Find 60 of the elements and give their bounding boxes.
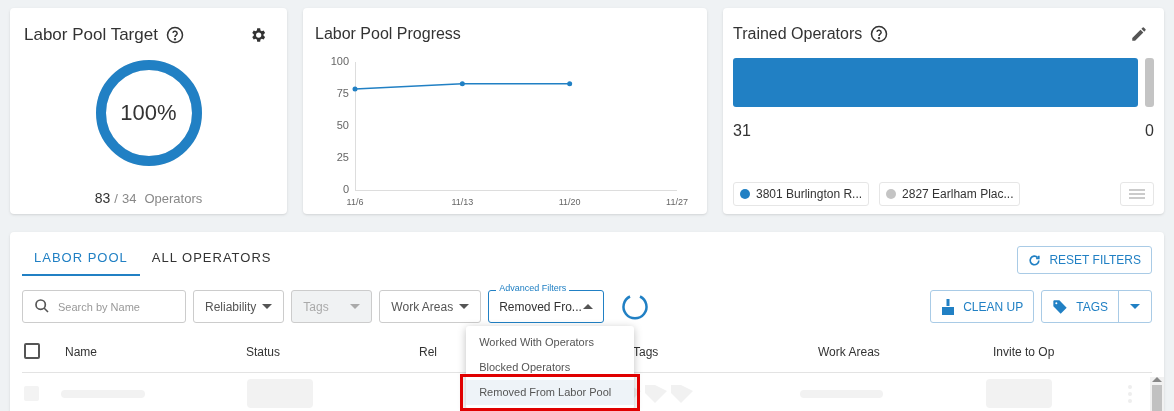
card-title: Labor Pool Target bbox=[24, 24, 158, 46]
help-icon[interactable] bbox=[165, 25, 184, 44]
column-header[interactable]: Tags bbox=[633, 344, 659, 359]
menu-option[interactable]: Blocked Operators bbox=[466, 355, 635, 380]
column-header[interactable]: Invite to Op bbox=[993, 344, 1055, 359]
filter-dropdown[interactable]: Reliability bbox=[193, 290, 285, 323]
column-header[interactable]: Name bbox=[65, 344, 97, 359]
count-separator: / bbox=[114, 189, 118, 208]
data-point bbox=[352, 86, 358, 92]
y-tick-label: 75 bbox=[336, 86, 349, 99]
edit-icon[interactable] bbox=[1130, 25, 1148, 43]
select-all-checkbox[interactable] bbox=[24, 342, 40, 359]
reset-filters-button[interactable]: RESET FILTERS bbox=[1017, 246, 1152, 274]
x-tick-label: 11/20 bbox=[558, 197, 581, 207]
data-point bbox=[459, 81, 465, 87]
tab[interactable]: ALL OPERATORS bbox=[139, 242, 284, 276]
search-field[interactable]: Search by Name bbox=[22, 290, 186, 323]
x-tick-label: 11/6 bbox=[346, 197, 364, 207]
caret-icon bbox=[350, 304, 361, 309]
caret-icon bbox=[583, 304, 594, 309]
caret-icon bbox=[262, 304, 273, 309]
broom-icon bbox=[941, 298, 956, 315]
legend-item[interactable]: 2827 Earlham Plac... bbox=[879, 182, 1021, 206]
tab[interactable]: LABOR POOL bbox=[22, 242, 140, 276]
menu-option[interactable]: Worked With Operators bbox=[466, 330, 635, 355]
caret-icon bbox=[1130, 304, 1140, 309]
help-icon[interactable] bbox=[870, 25, 889, 43]
segment-value: 31 bbox=[733, 121, 751, 141]
y-tick-label: 25 bbox=[336, 150, 349, 163]
column-header[interactable]: Rel bbox=[419, 344, 437, 359]
legend-label: 2827 Earlham Plac... bbox=[902, 186, 1014, 203]
segment-value: 0 bbox=[1145, 121, 1154, 141]
column-header[interactable]: Work Areas bbox=[818, 344, 880, 359]
scrollbar-thumb[interactable] bbox=[1152, 385, 1162, 411]
search-icon bbox=[34, 298, 50, 314]
menu-icon bbox=[1129, 189, 1145, 199]
loading-spinner bbox=[621, 292, 650, 321]
current-count: 83 bbox=[94, 188, 111, 208]
field-label: Advanced Filters bbox=[496, 282, 570, 294]
card-title: Trained Operators bbox=[733, 24, 863, 44]
y-tick-label: 100 bbox=[330, 54, 349, 67]
data-point bbox=[567, 81, 573, 87]
tag-icon bbox=[1052, 298, 1069, 315]
count-unit: Operators bbox=[144, 189, 203, 208]
tags-button[interactable]: TAGS bbox=[1042, 291, 1119, 322]
clean-up-button[interactable]: CLEAN UP bbox=[930, 290, 1035, 323]
legend-item[interactable]: 3801 Burlington R... bbox=[733, 182, 870, 206]
y-tick-label: 0 bbox=[342, 182, 349, 195]
refresh-icon bbox=[1028, 253, 1042, 267]
x-tick-label: 11/13 bbox=[451, 197, 474, 207]
column-header[interactable]: Status bbox=[246, 344, 281, 359]
y-tick-label: 50 bbox=[336, 118, 349, 131]
filter-dropdown[interactable]: Work Areas bbox=[379, 290, 482, 323]
legend-label: 3801 Burlington R... bbox=[756, 186, 863, 203]
caret-icon bbox=[1152, 377, 1162, 382]
total-count: 34 bbox=[121, 189, 137, 208]
caret-icon bbox=[459, 304, 470, 309]
card-title: Labor Pool Progress bbox=[315, 24, 462, 44]
percent-value: 100% bbox=[120, 99, 177, 126]
x-tick-label: 11/27 bbox=[666, 197, 688, 207]
